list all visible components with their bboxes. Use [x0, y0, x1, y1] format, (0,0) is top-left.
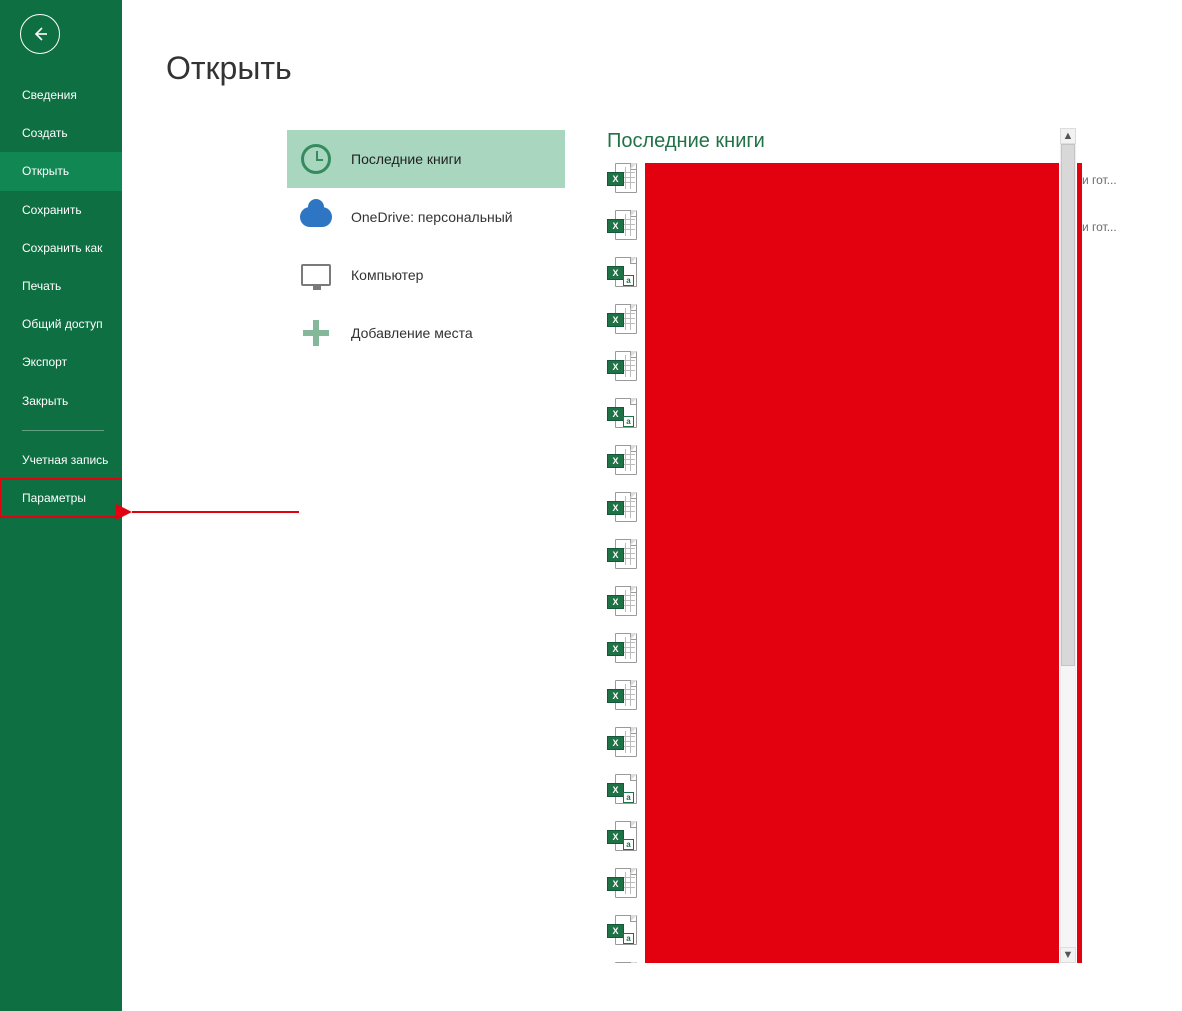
excel-file-icon: X [607, 962, 637, 963]
nav-item-info[interactable]: Сведения [0, 76, 122, 114]
excel-file-icon: X [607, 304, 637, 336]
page-title: Открыть [166, 50, 1182, 87]
nav-item-new[interactable]: Создать [0, 114, 122, 152]
excel-file-icon: X [607, 351, 637, 383]
backstage-main: Открыть Последние книги OneDrive: персона… [122, 0, 1182, 1011]
truncated-path-text: и гот... [1082, 220, 1117, 234]
nav-item-options[interactable]: Параметры [0, 479, 122, 517]
nav-separator [22, 430, 104, 431]
source-label: Последние книги [351, 151, 462, 167]
scroll-down-button[interactable]: ▼ [1060, 947, 1076, 963]
nav-item-export[interactable]: Экспорт [0, 343, 122, 381]
nav-item-share[interactable]: Общий доступ [0, 305, 122, 343]
excel-file-icon: X [607, 492, 637, 524]
nav-item-account[interactable]: Учетная запись [0, 441, 122, 479]
excel-legacy-file-icon: Xa [607, 774, 637, 806]
excel-file-icon: X [607, 586, 637, 618]
source-recent[interactable]: Последние книги [287, 130, 565, 188]
computer-icon [299, 258, 333, 292]
excel-legacy-file-icon: Xa [607, 915, 637, 947]
excel-file-icon: X [607, 445, 637, 477]
scrollbar[interactable]: ▲ ▼ [1059, 128, 1077, 963]
excel-file-icon: X [607, 539, 637, 571]
plus-icon [299, 316, 333, 350]
redaction-overlay [645, 163, 1082, 963]
source-computer[interactable]: Компьютер [287, 246, 565, 304]
truncated-path-text: и гот... [1082, 173, 1117, 187]
source-label: Добавление места [351, 325, 473, 341]
excel-file-icon: X [607, 163, 637, 195]
scroll-thumb[interactable] [1061, 144, 1075, 666]
nav-item-save[interactable]: Сохранить [0, 191, 122, 229]
source-onedrive[interactable]: OneDrive: персональный [287, 188, 565, 246]
excel-file-icon: X [607, 633, 637, 665]
back-button[interactable] [20, 14, 60, 54]
excel-legacy-file-icon: Xa [607, 257, 637, 289]
nav-item-open[interactable]: Открыть [0, 152, 122, 190]
excel-file-icon: X [607, 868, 637, 900]
scroll-track[interactable] [1060, 144, 1076, 947]
excel-legacy-file-icon: Xa [607, 398, 637, 430]
nav-item-print[interactable]: Печать [0, 267, 122, 305]
source-addplace[interactable]: Добавление места [287, 304, 565, 362]
excel-file-icon: X [607, 680, 637, 712]
scroll-up-button[interactable]: ▲ [1060, 128, 1076, 144]
recent-title: Последние книги [607, 130, 1082, 153]
excel-file-icon: X [607, 210, 637, 242]
recent-panel: Последние книги XXXaXXXaXXXXXXXXaXaXXaX … [607, 130, 1082, 1009]
nav-item-saveas[interactable]: Сохранить как [0, 229, 122, 267]
source-label: OneDrive: персональный [351, 209, 513, 225]
cloud-icon [299, 200, 333, 234]
clock-icon [299, 142, 333, 176]
excel-file-icon: X [607, 727, 637, 759]
source-label: Компьютер [351, 267, 423, 283]
excel-legacy-file-icon: Xa [607, 821, 637, 853]
backstage-nav: СведенияСоздатьОткрытьСохранитьСохранить… [0, 0, 122, 1011]
nav-item-close[interactable]: Закрыть [0, 382, 122, 420]
open-sources-list: Последние книги OneDrive: персональный Ком… [287, 130, 565, 362]
